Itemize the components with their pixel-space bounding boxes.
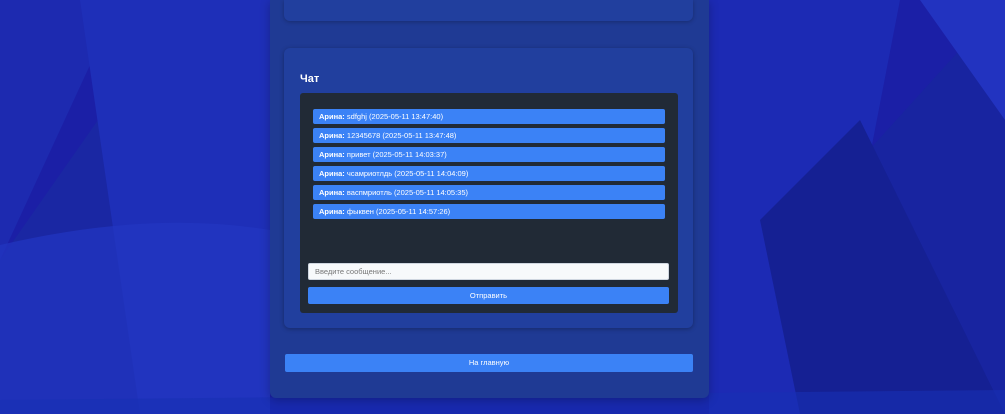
chat-card: Чат Арина: sdfghj (2025-05-11 13:47:40) …	[284, 48, 693, 328]
message-author: Арина:	[319, 131, 345, 140]
chat-message: Арина: sdfghj (2025-05-11 13:47:40)	[313, 109, 665, 124]
chat-message: Арина: 12345678 (2025-05-11 13:47:48)	[313, 128, 665, 143]
chat-message: Арина: чсамриотлдь (2025-05-11 14:04:09)	[313, 166, 665, 181]
message-text: фыквен (2025-05-11 14:57:26)	[344, 207, 451, 216]
message-author: Арина:	[319, 169, 345, 178]
message-text: чсамриотлдь (2025-05-11 14:04:09)	[344, 169, 469, 178]
chat-title: Чат	[300, 73, 320, 85]
top-card	[284, 0, 693, 21]
message-author: Арина:	[319, 112, 345, 121]
home-button[interactable]: На главную	[285, 354, 693, 372]
chat-box: Арина: sdfghj (2025-05-11 13:47:40) Арин…	[300, 93, 678, 313]
message-author: Арина:	[319, 188, 345, 197]
chat-message: Арина: фыквен (2025-05-11 14:57:26)	[313, 204, 665, 219]
chat-message: Арина: привет (2025-05-11 14:03:37)	[313, 147, 665, 162]
message-text: 12345678 (2025-05-11 13:47:48)	[344, 131, 457, 140]
message-text: васпмриотль (2025-05-11 14:05:35)	[344, 188, 469, 197]
message-author: Арина:	[319, 207, 345, 216]
message-list: Арина: sdfghj (2025-05-11 13:47:40) Арин…	[313, 109, 665, 223]
send-button[interactable]: Отправить	[308, 287, 669, 304]
message-text: привет (2025-05-11 14:03:37)	[344, 150, 447, 159]
chat-message: Арина: васпмриотль (2025-05-11 14:05:35)	[313, 185, 665, 200]
message-input[interactable]	[308, 263, 669, 280]
message-author: Арина:	[319, 150, 345, 159]
message-text: sdfghj (2025-05-11 13:47:40)	[344, 112, 444, 121]
